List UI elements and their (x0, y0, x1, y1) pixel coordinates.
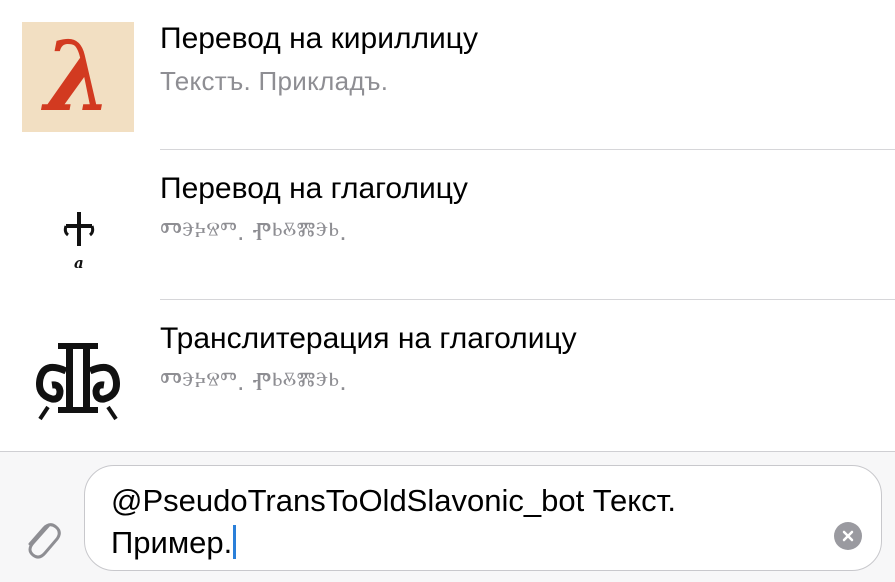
result-title: Перевод на кириллицу (160, 22, 478, 55)
result-subtitle: Текстъ. Прикладъ. (160, 66, 389, 96)
glagolitic-letter-a-icon: a (22, 172, 134, 282)
input-line-1: @PseudoTransToOldSlavonic_bot Текст. (111, 483, 677, 518)
result-item-glagolitic[interactable]: a Перевод на глаголицу Ⱅⰵⰽⱄⱅ. Ⱂⱃⰻⰿⰵⱃ. (0, 150, 895, 300)
result-subtitle: Ⱅⰵⰽⱄⱅ. Ⱂⱃⰻⰿⰵⱃ. (160, 366, 347, 396)
input-line-2: Пример. (111, 525, 233, 560)
cyrillic-letter-a-icon: λ (22, 22, 134, 132)
result-item-cyrillic[interactable]: λ Перевод на кириллицу Текстъ. Прикладъ. (0, 0, 895, 150)
message-input[interactable]: @PseudoTransToOldSlavonic_bot Текст. При… (84, 465, 882, 571)
result-title: Транслитерация на глаголицу (160, 322, 577, 355)
message-input-text[interactable]: @PseudoTransToOldSlavonic_bot Текст. При… (111, 480, 811, 564)
text-caret (233, 525, 237, 559)
result-subtitle: Ⱅⰵⰽⱄⱅ. Ⱂⱃⰻⰿⰵⱃ. (160, 216, 347, 246)
svg-text:a: a (74, 254, 84, 272)
clear-text-icon[interactable] (834, 522, 862, 550)
result-item-transliteration[interactable]: Транслитерация на глаголицу Ⱅⰵⰽⱄⱅ. Ⱂⱃⰻⰿⰵ… (0, 300, 895, 450)
paperclip-icon[interactable] (16, 511, 66, 567)
result-title: Перевод на глаголицу (160, 172, 468, 205)
glagolitic-ornament-icon (22, 322, 134, 432)
inline-results-list: λ Перевод на кириллицу Текстъ. Прикладъ.… (0, 0, 895, 451)
